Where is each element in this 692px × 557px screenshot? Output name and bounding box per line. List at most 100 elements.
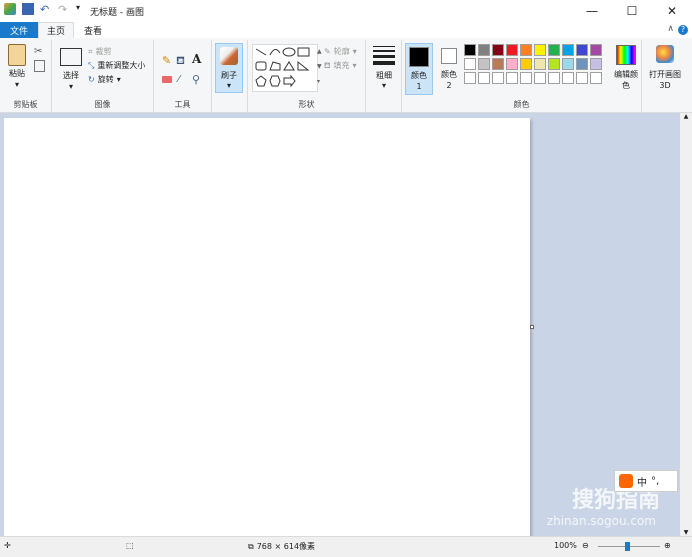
color-swatch[interactable] bbox=[548, 44, 560, 56]
clipboard-group-label: 剪贴板 bbox=[13, 100, 38, 109]
minimize-button[interactable]: — bbox=[572, 0, 612, 22]
color-swatch[interactable] bbox=[576, 58, 588, 70]
watermark-url: zhinan.sogou.com bbox=[546, 514, 656, 528]
ime-punctuation-indicator[interactable]: °, bbox=[651, 476, 659, 487]
custom-color-slot[interactable] bbox=[548, 72, 560, 84]
custom-color-slot[interactable] bbox=[562, 72, 574, 84]
color-swatch[interactable] bbox=[562, 44, 574, 56]
color-swatch[interactable] bbox=[478, 44, 490, 56]
tab-view[interactable]: 查看 bbox=[76, 22, 110, 38]
cursor-position: ✛ bbox=[4, 541, 11, 550]
selection-size: ⬚ bbox=[126, 541, 134, 550]
select-rectangle-icon bbox=[60, 48, 82, 66]
zoom-in-button[interactable]: ⊕ bbox=[664, 541, 671, 550]
color-swatch[interactable] bbox=[576, 44, 588, 56]
maximize-button[interactable]: ☐ bbox=[612, 0, 652, 22]
ribbon-tabs: 文件 主页 查看 ∧ ? bbox=[0, 22, 692, 38]
paste-dropdown-icon: ▾ bbox=[14, 80, 19, 89]
customize-qat-icon[interactable]: ▾ bbox=[76, 3, 88, 15]
custom-color-slot[interactable] bbox=[576, 72, 588, 84]
scroll-up-icon[interactable]: ▲ bbox=[680, 113, 692, 120]
collapse-ribbon-button[interactable]: ∧ bbox=[667, 24, 674, 34]
color-swatch[interactable] bbox=[492, 44, 504, 56]
undo-icon[interactable]: ↶ bbox=[40, 3, 52, 16]
custom-color-slot[interactable] bbox=[492, 72, 504, 84]
window-controls: — ☐ ✕ bbox=[572, 0, 692, 22]
color-swatch[interactable] bbox=[548, 58, 560, 70]
canvas-resize-handle[interactable] bbox=[530, 325, 534, 329]
crop-button[interactable]: ⌗ 裁剪 bbox=[88, 46, 112, 57]
scroll-down-icon[interactable]: ▼ bbox=[680, 529, 692, 536]
select-button[interactable]: 选择 ▾ bbox=[58, 44, 84, 96]
brush-button[interactable]: 刷子 ▾ bbox=[215, 43, 243, 93]
color-swatch[interactable] bbox=[464, 44, 476, 56]
color-swatch[interactable] bbox=[534, 58, 546, 70]
color-picker-icon[interactable]: ⁄ bbox=[178, 74, 180, 85]
custom-color-slot[interactable] bbox=[506, 72, 518, 84]
custom-color-slot[interactable] bbox=[478, 72, 490, 84]
cut-icon[interactable]: ✂ bbox=[34, 46, 42, 57]
cursor-position-icon: ✛ bbox=[4, 541, 11, 550]
vertical-scrollbar[interactable]: ▲ ▼ bbox=[680, 113, 692, 536]
color1-button[interactable]: 颜色 1 bbox=[405, 43, 433, 95]
color-swatch[interactable] bbox=[464, 58, 476, 70]
zoom-slider[interactable] bbox=[598, 542, 660, 551]
paint-app-icon[interactable] bbox=[4, 3, 16, 15]
custom-color-slot[interactable] bbox=[520, 72, 532, 84]
ime-toolbar[interactable]: 中 °, bbox=[614, 470, 678, 492]
custom-color-slot[interactable] bbox=[590, 72, 602, 84]
zoom-out-button[interactable]: ⊖ bbox=[582, 541, 589, 550]
color-swatch[interactable] bbox=[478, 58, 490, 70]
zoom-slider-thumb[interactable] bbox=[625, 542, 630, 551]
color2-button[interactable]: 颜色 2 bbox=[436, 43, 462, 95]
tools-group-label: 工具 bbox=[174, 100, 191, 109]
text-icon[interactable]: A bbox=[192, 52, 201, 66]
fill-dropdown-icon: ▾ bbox=[352, 61, 357, 70]
outline-button[interactable]: ✎ 轮廓 ▾ bbox=[324, 46, 357, 57]
tab-file[interactable]: 文件 bbox=[0, 22, 38, 38]
fill-bucket-icon[interactable]: ⛾ bbox=[176, 54, 185, 69]
image-dimensions: ⧉ 768 × 614像素 bbox=[248, 541, 315, 552]
clipboard-icon bbox=[8, 44, 26, 66]
color-swatch[interactable] bbox=[492, 58, 504, 70]
drawing-canvas[interactable] bbox=[4, 118, 530, 536]
resize-button[interactable]: ⤡ 重新调整大小 bbox=[88, 60, 145, 71]
magnifier-icon[interactable]: ⚲ bbox=[192, 73, 200, 86]
save-icon[interactable] bbox=[22, 3, 34, 15]
custom-color-slot[interactable] bbox=[534, 72, 546, 84]
shapes-group: ▲ ▼ ▾ ✎ 轮廓 ▾ ⛾ 填充 ▾ 形状 bbox=[248, 40, 366, 112]
zoom-in-icon: ⊕ bbox=[664, 541, 671, 550]
selection-size-icon: ⬚ bbox=[126, 541, 134, 550]
redo-icon[interactable]: ↷ bbox=[58, 3, 70, 16]
help-icon[interactable]: ? bbox=[678, 25, 688, 35]
shapes-scroll-icon[interactable]: ▲ ▼ ▾ bbox=[317, 44, 322, 89]
custom-color-slot[interactable] bbox=[464, 72, 476, 84]
rotate-button[interactable]: ↻ 旋转 ▾ bbox=[88, 74, 121, 85]
tab-home[interactable]: 主页 bbox=[38, 22, 74, 38]
open-paint3d-button[interactable]: 打开画图 3D bbox=[646, 43, 684, 95]
ime-language-indicator[interactable]: 中 bbox=[637, 474, 647, 489]
close-button[interactable]: ✕ bbox=[652, 0, 692, 22]
paint3d-icon bbox=[656, 45, 674, 63]
shapes-gallery[interactable] bbox=[252, 44, 318, 92]
clipboard-group: 粘贴 ▾ ✂ 剪贴板 bbox=[0, 40, 52, 112]
color-swatch[interactable] bbox=[520, 44, 532, 56]
resize-icon: ⤡ bbox=[88, 60, 95, 70]
color-swatch[interactable] bbox=[520, 58, 532, 70]
eraser-icon[interactable] bbox=[162, 76, 172, 83]
outline-label: 轮廓 bbox=[333, 47, 350, 56]
color-swatch[interactable] bbox=[590, 44, 602, 56]
resize-label: 重新调整大小 bbox=[97, 61, 146, 70]
size-button[interactable]: 粗细 ▾ bbox=[370, 44, 398, 94]
canvas-workspace: 搜狗指南 zhinan.sogou.com 中 °, bbox=[0, 113, 680, 536]
copy-icon[interactable] bbox=[34, 60, 45, 72]
fill-button[interactable]: ⛾ 填充 ▾ bbox=[324, 60, 357, 71]
color-swatch[interactable] bbox=[506, 44, 518, 56]
edit-colors-button[interactable]: 编辑颜色 bbox=[612, 43, 640, 95]
paste-button[interactable]: 粘贴 ▾ bbox=[6, 44, 28, 96]
color-swatch[interactable] bbox=[534, 44, 546, 56]
color-swatch[interactable] bbox=[590, 58, 602, 70]
pencil-icon[interactable]: ✎ bbox=[162, 54, 171, 67]
color-swatch[interactable] bbox=[506, 58, 518, 70]
color-swatch[interactable] bbox=[562, 58, 574, 70]
